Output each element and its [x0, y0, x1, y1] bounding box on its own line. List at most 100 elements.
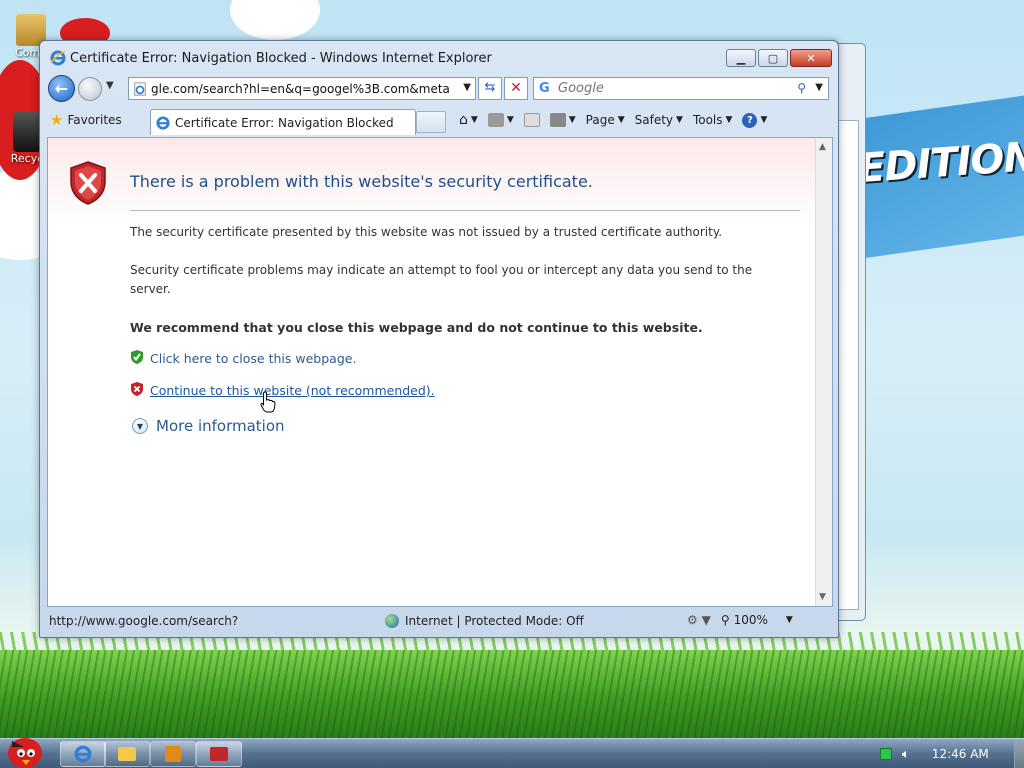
security-zone[interactable]: Internet | Protected Mode: Off — [385, 614, 584, 628]
chevron-down-icon: ▼ — [676, 115, 683, 125]
ie-logo-icon — [156, 116, 170, 133]
close-button[interactable]: ✕ — [790, 49, 832, 67]
favorites-label: Favorites — [67, 113, 122, 127]
refresh-button[interactable]: ⇆ — [478, 77, 502, 100]
command-bar: ⌂ ▼ ▼ ▼ Page ▼ Safety ▼ Tools ▼ ? ▼ — [456, 110, 770, 130]
rss-feed-icon — [487, 113, 504, 127]
zoom-magnifier-icon: ⚲ — [720, 613, 730, 627]
zoom-control[interactable]: ⚲ 100% ▼ — [721, 613, 793, 627]
scroll-up-icon[interactable]: ▲ — [819, 142, 826, 152]
home-button[interactable]: ⌂ ▼ — [456, 110, 481, 130]
maximize-icon: ▢ — [767, 51, 779, 65]
scroll-down-icon[interactable]: ▼ — [819, 592, 826, 602]
ie-logo-icon — [74, 745, 92, 763]
app-window-icon — [210, 747, 228, 761]
zoom-dropdown-icon[interactable]: ▼ — [786, 615, 793, 625]
search-options-dropdown[interactable]: ▼ — [815, 82, 823, 93]
print-dropdown-icon[interactable]: ▼ — [569, 115, 576, 125]
taskbar-app-window[interactable] — [196, 741, 242, 767]
ie-logo-icon — [50, 50, 66, 69]
feeds-dropdown-icon[interactable]: ▼ — [507, 115, 514, 125]
home-dropdown-icon[interactable]: ▼ — [471, 115, 478, 125]
print-button[interactable]: ▼ — [547, 111, 579, 129]
refresh-icon: ⇆ — [484, 80, 496, 95]
title-bar[interactable]: Certificate Error: Navigation Blocked - … — [40, 41, 838, 73]
search-input[interactable] — [558, 81, 778, 96]
page-icon — [133, 82, 147, 99]
taskbar-windows-explorer[interactable] — [104, 741, 150, 767]
continue-website-option[interactable]: Continue to this website (not recommende… — [130, 381, 435, 400]
zoom-level: 100% — [733, 613, 768, 627]
popup-blocker-icon[interactable]: ⚙ ▼ — [687, 613, 711, 627]
help-icon: ? — [742, 112, 758, 128]
address-bar[interactable]: gle.com/search?hl=en&q=googel%3B.com&met… — [128, 77, 476, 100]
stop-icon: ✕ — [510, 80, 522, 96]
taskbar-media-player[interactable] — [150, 741, 196, 767]
favorites-button[interactable]: ★ Favorites — [50, 111, 122, 129]
window-title: Certificate Error: Navigation Blocked - … — [70, 51, 492, 66]
feeds-button[interactable]: ▼ — [485, 111, 517, 129]
expand-down-icon: ▼ — [132, 418, 148, 434]
system-tray: 🔈︎ 12:46 AM — [862, 739, 1012, 768]
google-logo-icon: G — [539, 81, 550, 96]
warning-text: Security certificate problems may indica… — [130, 263, 753, 296]
continue-website-link[interactable]: Continue to this website (not recommende… — [150, 383, 435, 398]
chevron-down-icon: ▼ — [617, 115, 625, 125]
more-information-label: More information — [156, 417, 285, 435]
close-icon: ✕ — [806, 51, 816, 65]
status-url-text: http://www.google.com/search? — [49, 614, 239, 628]
minimize-icon: ▁ — [736, 51, 746, 65]
taskbar: 🔈︎ 12:46 AM — [0, 738, 1024, 768]
internet-globe-icon — [385, 614, 399, 628]
tools-menu[interactable]: Tools ▼ — [690, 111, 735, 129]
ie-window: Certificate Error: Navigation Blocked - … — [39, 40, 839, 638]
taskbar-internet-explorer[interactable] — [60, 741, 106, 767]
star-icon: ★ — [50, 111, 64, 129]
back-button[interactable]: ← — [48, 75, 75, 102]
show-desktop-button[interactable] — [1014, 739, 1024, 768]
close-webpage-option[interactable]: Click here to close this webpage. — [130, 349, 356, 368]
help-dropdown-icon[interactable]: ▼ — [760, 115, 767, 125]
chevron-down-icon: ▼ — [725, 115, 733, 125]
tab-bar: ★ Favorites Certificate Error: Navigatio… — [46, 107, 832, 135]
clock[interactable]: 12:46 AM — [932, 747, 989, 761]
page-title: There is a problem with this website's s… — [130, 172, 593, 191]
safety-menu[interactable]: Safety ▼ — [632, 111, 686, 129]
stop-button[interactable]: ✕ — [504, 77, 528, 100]
cloud-decoration — [230, 0, 320, 40]
printer-icon — [549, 113, 566, 127]
new-tab-button[interactable] — [416, 111, 446, 133]
address-dropdown-icon[interactable]: ▼ — [463, 82, 471, 93]
divider — [130, 210, 800, 211]
home-icon: ⌂ — [459, 112, 468, 128]
close-webpage-link[interactable]: Click here to close this webpage. — [150, 351, 356, 366]
page-menu-label: Page — [585, 113, 615, 127]
minimize-button[interactable]: ▁ — [726, 49, 756, 67]
mail-icon — [523, 113, 540, 127]
zone-text: Internet | Protected Mode: Off — [405, 614, 584, 628]
status-bar: http://www.google.com/search? Internet |… — [47, 609, 833, 633]
page-menu[interactable]: Page ▼ — [583, 111, 628, 129]
volume-icon[interactable]: 🔈︎ — [902, 747, 910, 762]
back-arrow-icon: ← — [54, 79, 69, 98]
safety-menu-label: Safety — [634, 113, 674, 127]
recent-pages-dropdown[interactable]: ▼ — [106, 80, 114, 91]
address-text[interactable]: gle.com/search?hl=en&q=googel%3B.com&met… — [151, 82, 451, 96]
help-button[interactable]: ? ▼ — [739, 111, 770, 130]
media-player-icon — [165, 746, 181, 762]
search-box[interactable]: G ⚲ ▼ — [533, 77, 829, 100]
vertical-scrollbar[interactable]: ▲ ▼ — [815, 138, 832, 606]
recycle-bin-icon — [13, 112, 41, 152]
forward-button[interactable] — [78, 77, 102, 101]
network-icon[interactable] — [880, 748, 892, 760]
security-error-shield-icon — [68, 160, 108, 209]
tab-certificate-error[interactable]: Certificate Error: Navigation Blocked — [150, 109, 416, 135]
read-mail-button[interactable] — [521, 111, 543, 129]
more-information-toggle[interactable]: ▼ More information — [132, 417, 285, 435]
search-icon[interactable]: ⚲ — [797, 81, 806, 95]
maximize-button[interactable]: ▢ — [758, 49, 788, 67]
folder-icon — [118, 747, 136, 761]
start-button[interactable] — [4, 733, 46, 768]
red-shield-x-icon — [130, 381, 144, 400]
grass-decoration — [0, 650, 1024, 740]
